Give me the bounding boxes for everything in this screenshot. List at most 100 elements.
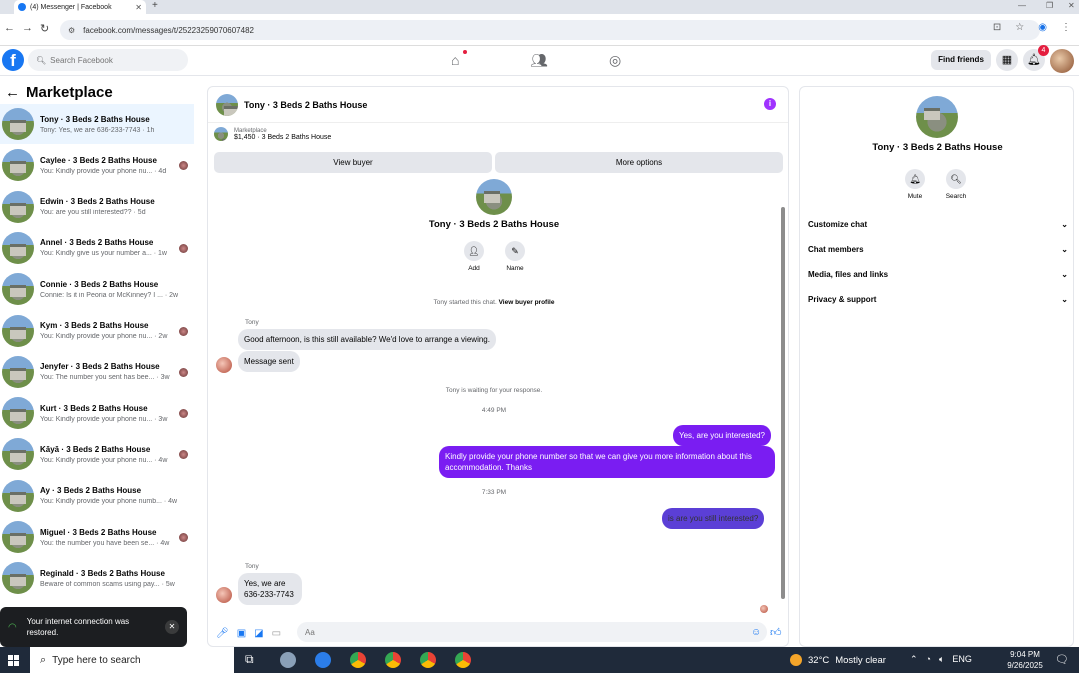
app-icon[interactable]: [280, 652, 296, 668]
restore-icon[interactable]: ❐: [1046, 1, 1053, 10]
facebook-favicon-icon: [18, 3, 26, 11]
listing-info[interactable]: Marketplace $1,450 · 3 Beds 2 Baths Hous…: [214, 127, 331, 141]
url-field[interactable]: ⚙ facebook.com/messages/t/25223259070607…: [60, 20, 1040, 40]
task-view-icon[interactable]: ⧉: [245, 652, 261, 668]
toast-text: Your internet connection was restored.: [26, 617, 130, 637]
close-toast-icon[interactable]: ✕: [165, 620, 179, 634]
scrollbar-thumb[interactable]: [781, 207, 785, 599]
chrome-icon[interactable]: [350, 652, 366, 668]
chat-members-item[interactable]: Chat members ⌄: [808, 245, 1068, 254]
chevron-up-icon[interactable]: ⌃: [910, 654, 918, 665]
close-tab-icon[interactable]: ✕: [135, 3, 142, 12]
conversation-thumbnail: [2, 314, 34, 347]
incoming-message[interactable]: Good afternoon, is this still available?…: [238, 329, 496, 350]
emoji-icon[interactable]: ☺: [751, 627, 761, 638]
search-icon: ⌕: [40, 653, 47, 666]
install-icon[interactable]: ⊡: [993, 22, 1001, 33]
search-input[interactable]: [50, 55, 171, 65]
conversation-item[interactable]: Edwin · 3 Beds 2 Baths House You: are you…: [0, 187, 194, 227]
bookmark-star-icon[interactable]: ☆: [1015, 22, 1024, 33]
mute-bell-icon[interactable]: 🔔︎: [905, 169, 925, 189]
search-icon[interactable]: 🔍︎: [946, 169, 966, 189]
outgoing-message[interactable]: Kindly provide your phone number so that…: [439, 446, 775, 478]
chat-title[interactable]: Tony · 3 Beds 2 Baths House: [244, 100, 367, 110]
edit-name-icon[interactable]: ✎: [505, 241, 525, 261]
menu-icon[interactable]: ⋮: [1061, 22, 1071, 33]
media-files-item[interactable]: Media, files and links ⌄: [808, 270, 1068, 279]
friends-icon[interactable]: 👥︎: [530, 52, 548, 69]
read-receipt-avatar: [179, 326, 188, 336]
name-label: Name: [506, 265, 524, 272]
windows-taskbar: ⌕ Type here to search ⧉ 32°C Mostly clea…: [0, 647, 1079, 673]
conversation-item[interactable]: Reginald · 3 Beds 2 Baths House Beware of…: [0, 558, 194, 598]
conversation-name: Ay · 3 Beds 2 Baths House: [40, 486, 142, 496]
search-box[interactable]: 🔍︎: [28, 49, 188, 71]
profile-chrome-icon[interactable]: ◉: [1038, 22, 1047, 33]
privacy-support-item[interactable]: Privacy & support ⌄: [808, 295, 1068, 304]
view-buyer-button[interactable]: View buyer: [214, 152, 492, 173]
add-person-icon[interactable]: 👤︎: [464, 241, 484, 261]
reload-icon[interactable]: ↻: [40, 22, 49, 35]
thumbs-up-icon[interactable]: 👍︎: [770, 626, 782, 639]
chat-header: Tony · 3 Beds 2 Baths House i: [208, 87, 788, 123]
sticker-icon[interactable]: ◪: [254, 628, 263, 639]
conversation-item[interactable]: Kurt · 3 Beds 2 Baths House You: Kindly p…: [0, 393, 194, 433]
incoming-message[interactable]: Message sent: [238, 351, 300, 372]
conversation-item[interactable]: Tony · 3 Beds 2 Baths House Tony: Yes, we…: [0, 104, 194, 144]
language[interactable]: ENG: [952, 654, 972, 665]
scrollbar[interactable]: [780, 179, 786, 607]
conversation-item[interactable]: Kym · 3 Beds 2 Baths House You: Kindly pr…: [0, 311, 194, 351]
new-tab-icon[interactable]: +: [152, 0, 158, 11]
home-icon[interactable]: ⌂: [451, 52, 459, 68]
conversation-name: Edwin · 3 Beds 2 Baths House: [40, 197, 155, 207]
message-input[interactable]: [297, 622, 767, 642]
chat-avatar[interactable]: [216, 93, 238, 116]
conversation-item[interactable]: Ay · 3 Beds 2 Baths House You: Kindly pro…: [0, 476, 194, 516]
conversation-item[interactable]: Connie · 3 Beds 2 Baths House Connie: Is …: [0, 269, 194, 309]
outgoing-message[interactable]: Yes, are you interested?: [673, 425, 771, 446]
volume-icon[interactable]: 🔈︎: [939, 654, 944, 665]
weather-widget[interactable]: 32°C Mostly clear: [790, 654, 886, 666]
back-arrow-icon[interactable]: ←: [5, 84, 20, 101]
conversation-item[interactable]: Caylee · 3 Beds 2 Baths House You: Kindly…: [0, 145, 194, 185]
chat-started-notice: Tony started this chat. View buyer profi…: [208, 299, 780, 306]
microphone-icon[interactable]: 🎤︎: [216, 628, 229, 639]
outgoing-message-selected[interactable]: is are you still interested?: [662, 508, 765, 529]
more-options-button[interactable]: More options: [495, 152, 783, 173]
site-settings-icon[interactable]: ⚙: [68, 26, 75, 35]
add-label: Add: [468, 265, 480, 272]
incoming-message[interactable]: Yes, we are 636-233-7743: [238, 573, 302, 605]
conversation-item[interactable]: Annel · 3 Beds 2 Baths House You: Kindly …: [0, 228, 194, 268]
chrome-icon[interactable]: [385, 652, 401, 668]
minimize-icon[interactable]: —: [1018, 1, 1026, 10]
info-icon[interactable]: i: [764, 98, 776, 110]
gif-icon[interactable]: ▭: [272, 628, 281, 639]
facebook-logo-icon[interactable]: f: [2, 49, 24, 71]
browser-tab[interactable]: (4) Messenger | Facebook ✕: [14, 0, 146, 14]
close-window-icon[interactable]: ✕: [1068, 1, 1075, 10]
photo-icon[interactable]: ▣: [237, 628, 246, 639]
conversation-preview: You: The number you sent has bee... · 3w: [40, 374, 170, 382]
windows-start-icon[interactable]: [8, 655, 19, 666]
edge-icon[interactable]: [315, 652, 331, 668]
conversation-item[interactable]: Jenyfer · 3 Beds 2 Baths House You: The n…: [0, 352, 194, 392]
chat-details-panel: Tony · 3 Beds 2 Baths House 🔔︎ Mute 🔍︎ S…: [799, 86, 1074, 647]
read-receipt-avatar: [179, 533, 188, 542]
chrome-icon[interactable]: [455, 652, 471, 668]
notification-center-icon[interactable]: 🗨︎: [1055, 653, 1069, 666]
view-buyer-profile-link[interactable]: View buyer profile: [499, 299, 555, 306]
forward-icon[interactable]: →: [22, 22, 33, 34]
customize-chat-item[interactable]: Customize chat ⌄: [808, 220, 1068, 229]
groups-icon[interactable]: ◎: [609, 52, 621, 69]
find-friends-button[interactable]: Find friends: [931, 50, 991, 70]
conversation-item[interactable]: Miguel · 3 Beds 2 Baths House You: the nu…: [0, 517, 194, 557]
back-icon[interactable]: ←: [4, 22, 15, 34]
conversation-item[interactable]: Kāyā · 3 Beds 2 Baths House You: Kindly p…: [0, 434, 194, 474]
conversation-preview: You: Kindly give us your number a... · 1…: [40, 250, 167, 258]
taskbar-search[interactable]: ⌕ Type here to search: [30, 647, 234, 673]
menu-grid-icon[interactable]: ▦: [996, 49, 1018, 71]
profile-avatar[interactable]: [1050, 49, 1074, 73]
chrome-icon[interactable]: [420, 652, 436, 668]
clock[interactable]: 9:04 PM 9/26/2025: [1000, 649, 1050, 671]
network-icon[interactable]: ◔: [926, 654, 931, 665]
